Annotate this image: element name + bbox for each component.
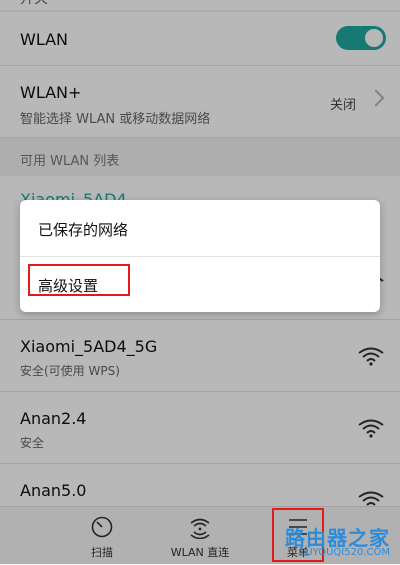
watermark-url: LUYOUQI520.COM: [300, 547, 390, 558]
watermark-logo: 路由器之家 LUYOUQI520.COM: [266, 518, 396, 562]
highlight-annotation: [28, 264, 130, 296]
menu-item-saved-networks[interactable]: 已保存的网络: [20, 200, 380, 256]
overflow-menu: 已保存的网络 高级设置: [20, 200, 380, 312]
wlan-settings-screen: 开关 WLAN WLAN+ 智能选择 WLAN 或移动数据网络 关闭 可用 WL…: [0, 0, 400, 565]
menu-item-label: 已保存的网络: [38, 221, 129, 239]
